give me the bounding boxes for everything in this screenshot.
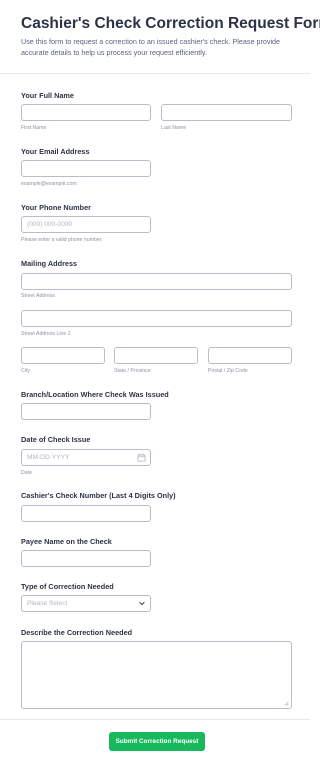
date-sublabel: Date bbox=[21, 470, 32, 476]
payee-input[interactable] bbox=[21, 550, 151, 567]
first-name-input[interactable] bbox=[21, 104, 151, 121]
correction-type-selected: Please Select bbox=[27, 600, 68, 607]
date-label: Date of Check Issue bbox=[21, 435, 91, 444]
zip-input[interactable] bbox=[208, 347, 292, 364]
calendar-icon[interactable] bbox=[137, 453, 146, 462]
phone-label: Your Phone Number bbox=[21, 203, 92, 212]
last-name-sublabel: Last Name bbox=[161, 125, 187, 131]
phone-placeholder: (000) 000-0000 bbox=[27, 221, 73, 228]
city-input[interactable] bbox=[21, 347, 105, 364]
mailing-address-label: Mailing Address bbox=[21, 259, 78, 268]
first-name-sublabel: First Name bbox=[21, 125, 47, 131]
branch-input[interactable] bbox=[21, 403, 151, 420]
email-sublabel: example@example.com bbox=[21, 181, 77, 187]
form-header: Cashier's Check Correction Request Form … bbox=[0, 0, 320, 74]
full-name-label: Your Full Name bbox=[21, 91, 74, 100]
date-input[interactable]: MM-DD-YYYY bbox=[21, 449, 151, 466]
street-address-line2-sublabel: Street Address Line 2 bbox=[21, 331, 71, 337]
last-name-input[interactable] bbox=[161, 104, 292, 121]
state-input[interactable] bbox=[114, 347, 198, 364]
check-number-input[interactable] bbox=[21, 505, 151, 522]
street-address-input[interactable] bbox=[21, 273, 292, 290]
email-label: Your Email Address bbox=[21, 147, 90, 156]
correction-description-textarea[interactable] bbox=[21, 641, 292, 709]
chevron-down-icon bbox=[139, 601, 145, 606]
correction-type-label: Type of Correction Needed bbox=[21, 582, 114, 591]
phone-input[interactable]: (000) 000-0000 bbox=[21, 216, 151, 233]
street-address-line2-input[interactable] bbox=[21, 310, 292, 327]
branch-label: Branch/Location Where Check Was Issued bbox=[21, 390, 169, 399]
footer-divider bbox=[0, 719, 310, 720]
correction-description-label: Describe the Correction Needed bbox=[21, 628, 133, 637]
form-description: Use this form to request a correction to… bbox=[21, 37, 281, 57]
correction-type-select[interactable]: Please Select bbox=[21, 595, 151, 612]
submit-button[interactable]: Submit Correction Request bbox=[109, 732, 205, 751]
check-number-label: Cashier's Check Number (Last 4 Digits On… bbox=[21, 491, 176, 500]
resize-grip-icon[interactable] bbox=[284, 701, 289, 706]
street-address-sublabel: Street Address bbox=[21, 293, 56, 299]
state-sublabel: State / Province bbox=[114, 368, 151, 374]
payee-label: Payee Name on the Check bbox=[21, 537, 112, 546]
email-input[interactable] bbox=[21, 160, 151, 177]
city-sublabel: City bbox=[21, 368, 30, 374]
zip-sublabel: Postal / Zip Code bbox=[208, 368, 248, 374]
phone-sublabel: Please enter a valid phone number. bbox=[21, 237, 103, 243]
date-placeholder: MM-DD-YYYY bbox=[27, 454, 70, 461]
form-title: Cashier's Check Correction Request Form bbox=[21, 15, 320, 32]
